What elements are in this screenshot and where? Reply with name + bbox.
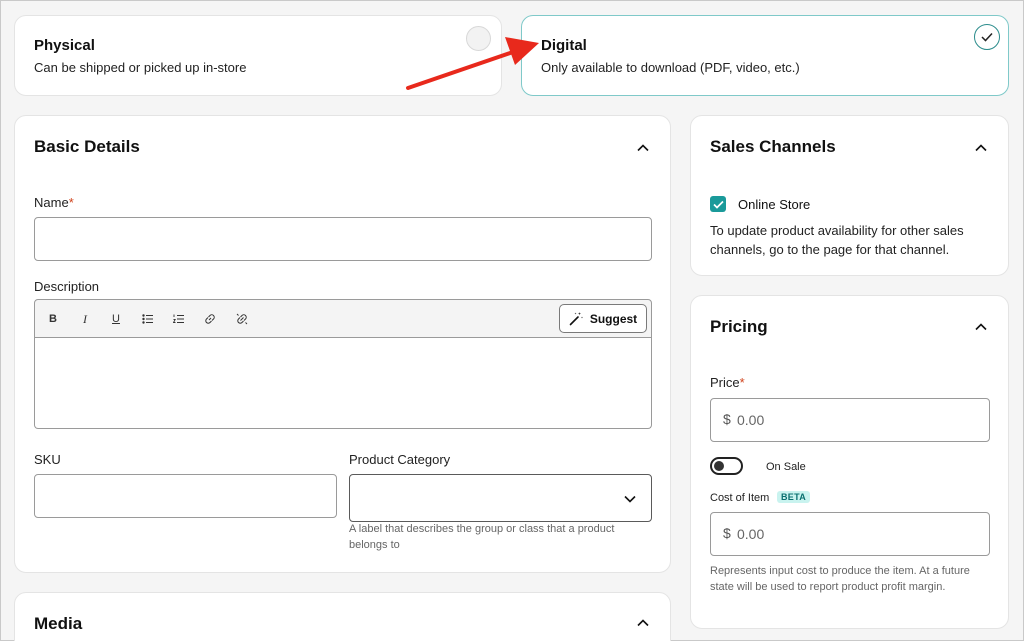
- name-label: Name*: [34, 195, 74, 210]
- on-sale-toggle[interactable]: [710, 457, 743, 475]
- price-label-text: Price: [710, 375, 740, 390]
- beta-badge: BETA: [777, 491, 811, 503]
- underline-icon[interactable]: U: [108, 311, 124, 327]
- sku-input[interactable]: [34, 474, 337, 518]
- price-field[interactable]: $: [710, 398, 990, 442]
- basic-details-card: Basic Details Name* Description B I U Su…: [14, 115, 671, 573]
- physical-description: Can be shipped or picked up in-store: [34, 60, 247, 75]
- unlink-icon[interactable]: [234, 311, 250, 327]
- suggest-button[interactable]: Suggest: [559, 304, 647, 333]
- online-store-label: Online Store: [738, 197, 811, 212]
- cost-input[interactable]: [737, 513, 937, 555]
- physical-title: Physical: [34, 37, 95, 54]
- currency-symbol: $: [723, 525, 731, 541]
- link-icon[interactable]: [202, 311, 218, 327]
- chevron-up-icon[interactable]: [636, 616, 650, 630]
- required-asterisk: *: [739, 375, 745, 390]
- chevron-down-icon: [624, 495, 636, 503]
- checkmark-icon: [712, 200, 724, 209]
- checkmark-icon: [981, 32, 993, 42]
- basic-details-title: Basic Details: [34, 137, 140, 156]
- online-store-checkbox[interactable]: [710, 196, 726, 212]
- sales-channels-info: To update product availability for other…: [710, 223, 964, 257]
- product-category-label: Product Category: [349, 452, 451, 467]
- digital-title: Digital: [541, 37, 587, 54]
- bullet-list-icon[interactable]: [140, 311, 156, 327]
- name-input[interactable]: [34, 217, 652, 261]
- description-editor[interactable]: [34, 338, 652, 429]
- italic-icon[interactable]: I: [77, 311, 93, 327]
- product-category-helper: A label that describes the group or clas…: [349, 523, 615, 551]
- price-label: Price*: [710, 375, 745, 390]
- cost-of-item-label: Cost of Item: [710, 492, 770, 504]
- sales-channels-title: Sales Channels: [710, 137, 836, 156]
- digital-description: Only available to download (PDF, video, …: [541, 60, 800, 75]
- chevron-up-icon[interactable]: [974, 141, 988, 155]
- rich-text-toolbar: B I U Suggest: [34, 299, 652, 338]
- sales-channels-card: Sales Channels Online Store To update pr…: [690, 115, 1009, 276]
- product-category-select[interactable]: [349, 474, 652, 522]
- digital-type-card[interactable]: Digital Only available to download (PDF,…: [521, 15, 1009, 96]
- sku-label: SKU: [34, 452, 61, 467]
- cost-field[interactable]: $: [710, 512, 990, 556]
- on-sale-label: On Sale: [766, 461, 806, 473]
- toggle-knob: [714, 461, 724, 471]
- annotation-arrow-icon: [406, 37, 539, 90]
- bold-icon[interactable]: B: [45, 311, 61, 327]
- pricing-title: Pricing: [710, 317, 768, 336]
- media-title: Media: [34, 614, 83, 633]
- media-card: Media: [14, 592, 671, 641]
- suggest-label: Suggest: [589, 311, 638, 326]
- pricing-card: Pricing Price* $ On Sale Cost of Item BE…: [690, 295, 1009, 629]
- cost-helper: Represents input cost to produce the ite…: [710, 565, 970, 593]
- digital-radio-checked[interactable]: [974, 24, 1000, 50]
- magic-wand-icon: [569, 312, 583, 326]
- chevron-up-icon[interactable]: [974, 320, 988, 334]
- description-label: Description: [34, 279, 100, 294]
- chevron-up-icon[interactable]: [636, 141, 650, 155]
- required-asterisk: *: [68, 195, 74, 210]
- name-label-text: Name: [34, 195, 69, 210]
- price-input[interactable]: [737, 399, 937, 441]
- currency-symbol: $: [723, 411, 731, 427]
- numbered-list-icon[interactable]: [171, 311, 187, 327]
